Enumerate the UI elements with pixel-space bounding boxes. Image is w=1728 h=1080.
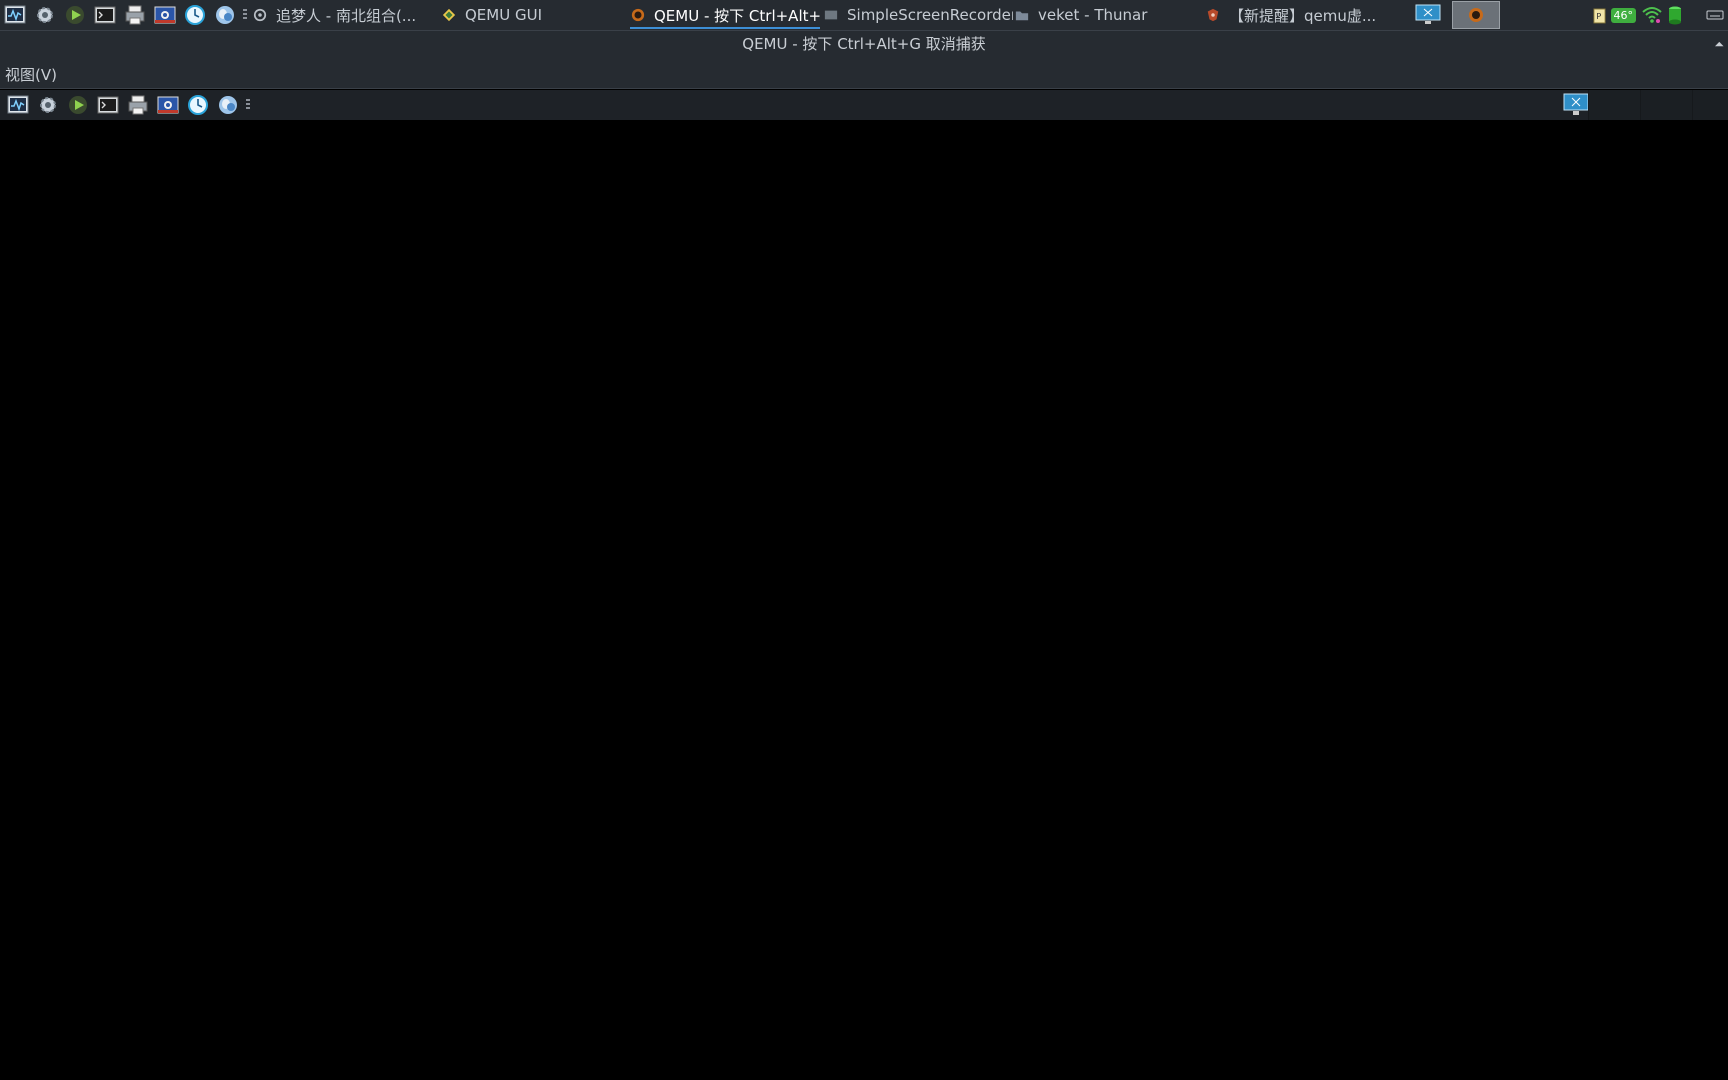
temperature-icon[interactable]: 46° xyxy=(1610,5,1636,25)
guest-workspace-2[interactable] xyxy=(1640,90,1692,120)
window-titlebar[interactable]: QEMU - 按下 Ctrl+Alt+G 取消捕获 ⏶ xyxy=(0,31,1728,58)
play-icon[interactable] xyxy=(63,3,87,27)
printer-icon[interactable] xyxy=(126,93,150,117)
svg-text:P: P xyxy=(1596,11,1601,21)
launcher-grip[interactable] xyxy=(246,99,250,111)
quick-launch-bar xyxy=(0,0,253,30)
printer-icon[interactable] xyxy=(123,3,147,27)
terminal-icon[interactable] xyxy=(96,93,120,117)
task-label: veket - Thunar xyxy=(1038,6,1148,24)
menu-bar: 视图(V) xyxy=(0,58,1728,89)
screenshot-icon[interactable] xyxy=(156,93,180,117)
keyboard-icon[interactable] xyxy=(1706,5,1724,25)
window-title: QEMU - 按下 Ctrl+Alt+G 取消捕获 xyxy=(742,35,986,53)
system-tray: P 46° xyxy=(1588,0,1728,30)
task-label: QEMU - 按下 Ctrl+Alt+... xyxy=(654,6,820,25)
music-player-icon xyxy=(252,7,268,23)
folder-icon xyxy=(1014,7,1030,23)
vm-display[interactable] xyxy=(0,120,1728,1080)
clipboard-icon[interactable]: P xyxy=(1592,5,1606,25)
system-monitor-icon[interactable] xyxy=(3,3,27,27)
play-icon[interactable] xyxy=(66,93,90,117)
settings-gear-icon[interactable] xyxy=(36,93,60,117)
taskbar: 追梦人 - 南北组合(... QEMU GUI QEMU - 按下 Ctrl+A… xyxy=(0,0,1728,31)
screenshot-icon[interactable] xyxy=(153,3,177,27)
terminal-icon[interactable] xyxy=(93,3,117,27)
battery-icon[interactable] xyxy=(1668,5,1682,25)
workspace-2[interactable] xyxy=(1452,1,1500,29)
guest-workspace-1[interactable] xyxy=(1588,90,1640,120)
maximize-icon[interactable]: ⏶ xyxy=(1714,37,1724,52)
qemu-icon xyxy=(1469,8,1483,22)
system-monitor-icon[interactable] xyxy=(6,93,30,117)
menu-view[interactable]: 视图(V) xyxy=(5,64,57,85)
task-label: 追梦人 - 南北组合(... xyxy=(276,6,417,25)
recorder-icon xyxy=(823,7,839,23)
browser-icon xyxy=(1205,7,1221,23)
task-button-recorder[interactable]: SimpleScreenRecorder xyxy=(823,0,1013,30)
temperature-value: 46° xyxy=(1610,7,1636,23)
task-button-thunar[interactable]: veket - Thunar xyxy=(1014,0,1194,30)
remote-desktop-icon xyxy=(1415,4,1441,24)
settings-gear-icon[interactable] xyxy=(33,3,57,27)
task-button-qemu[interactable]: QEMU - 按下 Ctrl+Alt+... xyxy=(630,0,820,30)
workspace-pager xyxy=(1404,1,1500,29)
guest-quick-launch-bar xyxy=(0,90,256,120)
guest-pager xyxy=(1588,90,1728,120)
clock-icon[interactable] xyxy=(186,93,210,117)
task-button-music[interactable]: 追梦人 - 南北组合(... xyxy=(252,0,422,30)
task-label: SimpleScreenRecorder xyxy=(847,6,1013,24)
wifi-icon[interactable] xyxy=(1641,5,1663,25)
workspace-1[interactable] xyxy=(1404,1,1452,29)
guest-workspace-3[interactable] xyxy=(1692,90,1728,120)
task-button-browser[interactable]: 【新提醒】qemu虚... xyxy=(1205,0,1385,30)
browser-globe-icon[interactable] xyxy=(216,93,240,117)
launcher-grip[interactable] xyxy=(243,9,247,21)
remote-desktop-icon[interactable] xyxy=(1563,93,1589,121)
task-label: 【新提醒】qemu虚... xyxy=(1229,6,1377,25)
browser-globe-icon[interactable] xyxy=(213,3,237,27)
qemu-icon xyxy=(630,7,646,23)
task-button-qemu-gui[interactable]: QEMU GUI xyxy=(441,0,591,30)
guest-panel-toolbar xyxy=(0,90,1728,120)
clock-icon[interactable] xyxy=(183,3,207,27)
task-label: QEMU GUI xyxy=(465,6,542,24)
qemu-gui-icon xyxy=(441,7,457,23)
